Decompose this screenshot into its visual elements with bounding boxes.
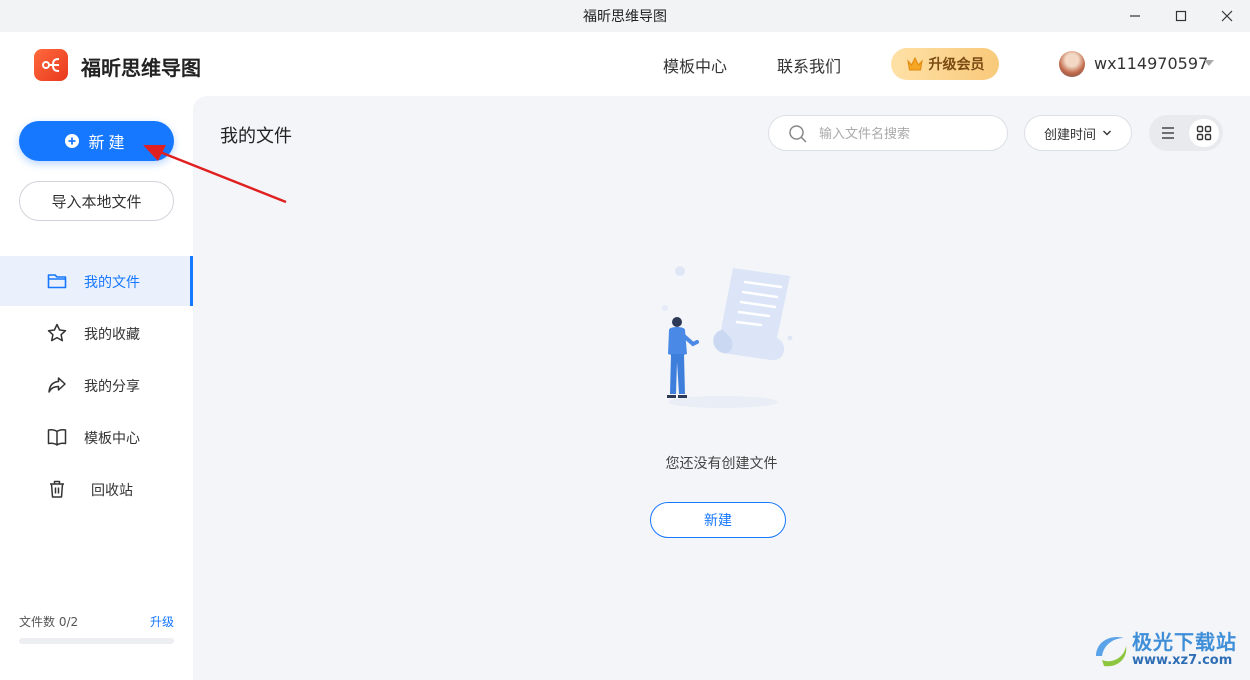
mindmap-logo-icon — [42, 58, 60, 72]
new-button[interactable]: 新建 — [19, 121, 174, 161]
maximize-icon — [1175, 10, 1187, 22]
list-icon — [1162, 127, 1174, 139]
star-icon — [47, 323, 67, 342]
close-icon — [1221, 10, 1233, 22]
window-controls — [1112, 0, 1250, 32]
sidebar-item-favorites[interactable]: 我的收藏 — [0, 308, 193, 358]
nav-contact-us[interactable]: 联系我们 — [777, 53, 841, 77]
trash-icon — [50, 480, 64, 498]
watermark-url: www.xz7.com — [1132, 653, 1233, 668]
share-icon — [48, 377, 66, 393]
empty-state-illustration — [662, 266, 793, 408]
sidebar-item-template-center[interactable]: 模板中心 — [0, 412, 193, 462]
window-title: 福昕思维导图 — [583, 9, 667, 25]
watermark-title: 极光下载站 — [1132, 630, 1237, 654]
upgrade-vip-label: 升级会员 — [928, 57, 985, 73]
app-name: 福昕思维导图 — [81, 56, 201, 80]
sidebar-item-label: 我的分享 — [84, 379, 140, 395]
minimize-icon — [1130, 15, 1140, 17]
grid-view-button[interactable] — [1189, 119, 1219, 147]
sidebar-item-my-files[interactable]: 我的文件 — [0, 256, 193, 306]
username[interactable]: wx114970597 — [1094, 54, 1208, 73]
close-button[interactable] — [1204, 0, 1250, 32]
main-content: 我的文件 创建时间 — [193, 96, 1250, 680]
site-watermark: 极光下载站 www.xz7.com — [1090, 622, 1245, 674]
window-titlebar: 福昕思维导图 — [0, 0, 1250, 32]
import-local-file-button[interactable]: 导入本地文件 — [19, 181, 174, 221]
watermark-logo-icon — [1096, 636, 1127, 667]
app-logo — [34, 49, 68, 81]
sidebar-item-recycle-bin[interactable]: 回收站 — [0, 464, 193, 514]
empty-state-text: 您还没有创建文件 — [665, 456, 778, 472]
chevron-down-icon[interactable] — [1204, 60, 1214, 66]
new-button-label: 新建 — [88, 133, 129, 152]
sidebar-item-shares[interactable]: 我的分享 — [0, 360, 193, 410]
search-box[interactable] — [768, 115, 1008, 151]
sort-dropdown[interactable]: 创建时间 — [1024, 115, 1132, 151]
avatar[interactable] — [1059, 51, 1085, 77]
page-title: 我的文件 — [220, 126, 292, 147]
sidebar: 新建 导入本地文件 我的文件 我的收藏 我的分享 模板中心 回收站 文件数 0/… — [0, 96, 193, 680]
upgrade-vip-button[interactable]: 升级会员 — [891, 48, 999, 80]
plus-circle-icon — [65, 134, 80, 148]
sidebar-item-label: 模板中心 — [84, 431, 140, 447]
maximize-button[interactable] — [1158, 0, 1204, 32]
sidebar-item-label: 我的文件 — [84, 275, 140, 291]
upgrade-link[interactable]: 升级 — [150, 613, 174, 630]
view-toggle — [1149, 115, 1223, 151]
chevron-down-icon — [1103, 130, 1111, 136]
nav-template-center[interactable]: 模板中心 — [663, 53, 727, 77]
minimize-button[interactable] — [1112, 0, 1158, 32]
empty-state-new-button[interactable]: 新建 — [650, 502, 786, 538]
crown-icon — [906, 56, 923, 71]
grid-icon — [1196, 125, 1212, 141]
storage-progress-bar — [19, 638, 174, 644]
sort-label: 创建时间 — [1043, 127, 1096, 143]
sidebar-item-label: 回收站 — [91, 483, 133, 499]
app-header: 福昕思维导图 模板中心 联系我们 升级会员 wx114970597 — [0, 32, 1250, 96]
book-icon — [47, 429, 67, 446]
search-icon — [789, 125, 807, 143]
folder-icon — [47, 274, 67, 289]
sidebar-item-label: 我的收藏 — [84, 327, 140, 343]
file-count: 文件数 0/2 — [19, 615, 79, 629]
search-input[interactable] — [819, 124, 999, 144]
list-view-button[interactable] — [1153, 119, 1183, 147]
